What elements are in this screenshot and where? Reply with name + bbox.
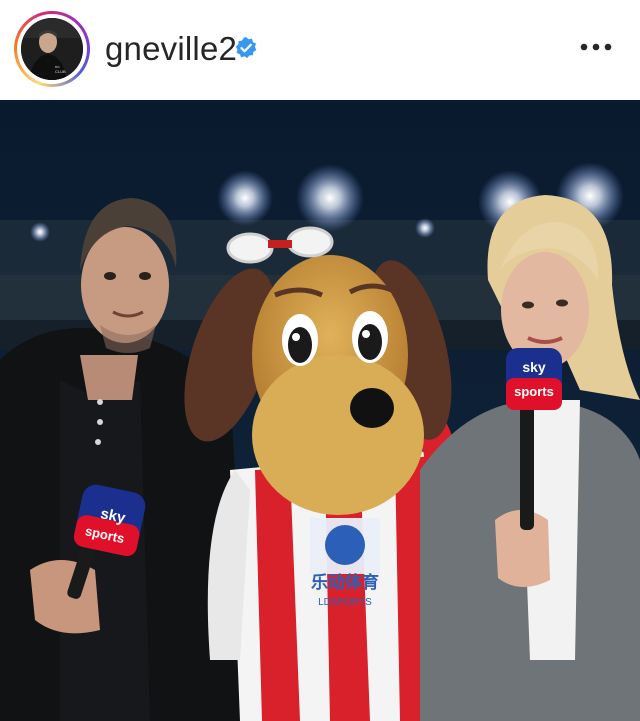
username[interactable]: gneville2 [105, 30, 237, 68]
sponsor-text: 乐动体育 [311, 572, 379, 593]
svg-text:CLUB: CLUB [55, 69, 66, 74]
mic-right-sky-text: sky [522, 359, 546, 375]
avatar[interactable]: no CLUB [21, 18, 83, 80]
post-image: sky sports 乐动体育 LDSPORTS sky sports [0, 100, 640, 721]
more-options-icon[interactable] [578, 38, 614, 56]
sponsor-subtext: LDSPORTS [318, 597, 372, 608]
avatar-photo: no CLUB [21, 18, 83, 80]
post-header: no CLUB gneville2 [0, 0, 640, 100]
post-photo[interactable]: sky sports 乐动体育 LDSPORTS sky sports [0, 100, 640, 721]
story-ring[interactable]: no CLUB [14, 11, 90, 87]
verified-badge-icon [235, 37, 257, 58]
mic-right-sports-text: sports [514, 384, 554, 399]
